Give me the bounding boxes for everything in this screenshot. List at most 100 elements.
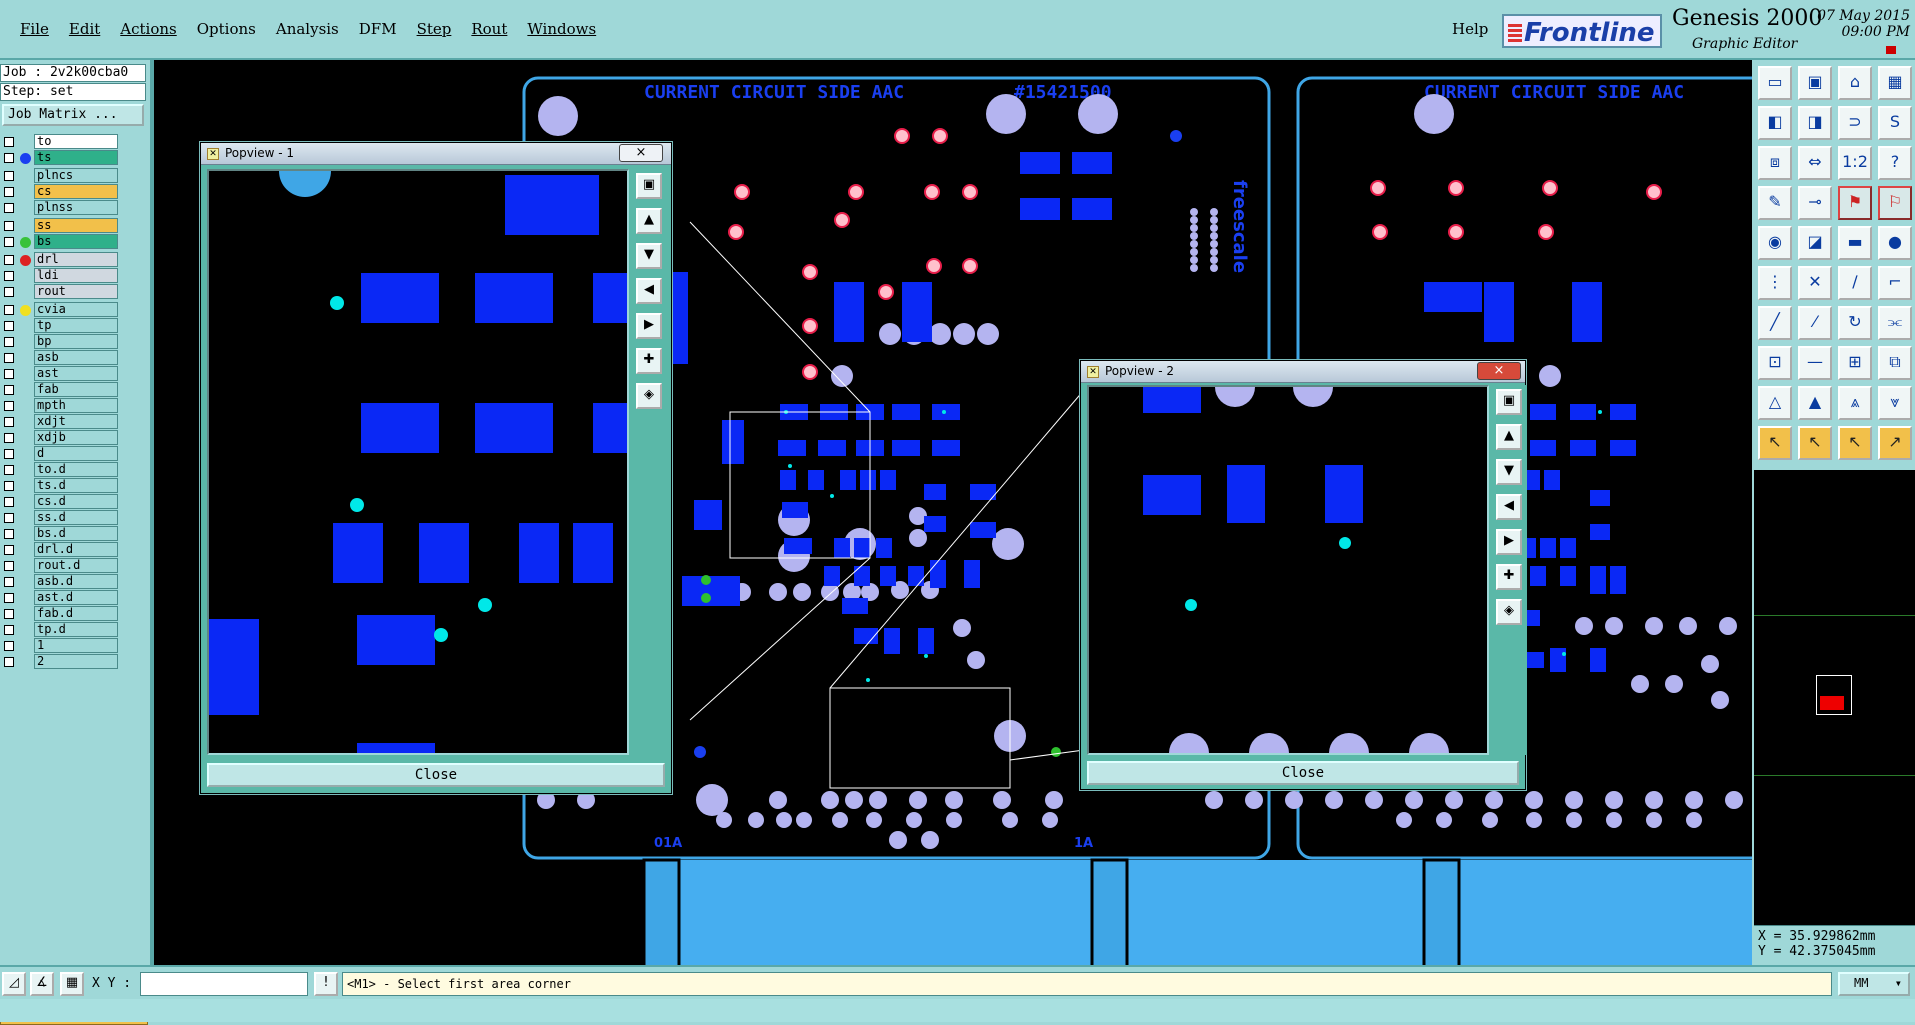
xy-input[interactable] (140, 972, 308, 996)
layer-name[interactable]: ts (34, 150, 118, 165)
layer-row[interactable]: drl (0, 252, 122, 268)
popview-2-close-button[interactable]: Close (1087, 761, 1519, 785)
menu-dfm[interactable]: DFM (349, 18, 407, 40)
layer-checkbox[interactable] (4, 137, 14, 147)
layer-name[interactable]: drl (34, 252, 118, 267)
measure-icon[interactable]: ⊸ (1798, 186, 1832, 220)
snap-icon[interactable]: ◿ (2, 972, 26, 996)
edit-icon[interactable]: ✎ (1758, 186, 1792, 220)
layer-name[interactable]: xdjb (34, 430, 118, 445)
popview-2-close-x-button[interactable]: × (1477, 362, 1521, 380)
layer-name[interactable]: bs (34, 234, 118, 249)
layer-checkbox[interactable] (4, 593, 14, 603)
text-icon[interactable]: ▬ (1838, 226, 1872, 260)
layer-name[interactable]: tp.d (34, 622, 118, 637)
layer-checkbox[interactable] (4, 255, 14, 265)
layer-name[interactable]: mpth (34, 398, 118, 413)
popview-zoom-in-icon[interactable]: ✚ (636, 348, 662, 374)
bus-icon[interactable]: ⫘ (1878, 306, 1912, 340)
layer-row[interactable]: rout (0, 284, 122, 300)
layer-row[interactable]: ss.d (0, 510, 122, 526)
layer-name[interactable]: tp (34, 318, 118, 333)
layer-name[interactable]: plncs (34, 168, 118, 183)
layer-checkbox[interactable] (4, 609, 14, 619)
layer-checkbox[interactable] (4, 385, 14, 395)
layer-name[interactable]: fab (34, 382, 118, 397)
connect-icon[interactable]: ∕ (1838, 266, 1872, 300)
layer-checkbox[interactable] (4, 401, 14, 411)
layer-name[interactable]: to (34, 134, 118, 149)
layer-checkbox[interactable] (4, 287, 14, 297)
layer-row[interactable]: plncs (0, 168, 122, 184)
units-selector[interactable]: MM ▾ (1838, 972, 1910, 996)
layer-row[interactable]: rout.d (0, 558, 122, 574)
layer-checkbox[interactable] (4, 545, 14, 555)
layer-row[interactable]: tp.d (0, 622, 122, 638)
route-icon[interactable]: ⌐ (1878, 266, 1912, 300)
layer-checkbox[interactable] (4, 449, 14, 459)
layer-checkbox[interactable] (4, 529, 14, 539)
layer-checkbox[interactable] (4, 561, 14, 571)
layer-checkbox[interactable] (4, 657, 14, 667)
grid-icon[interactable]: ▦ (60, 972, 84, 996)
popview-pan-left-icon[interactable]: ◀ (1496, 494, 1522, 520)
triangle-icon[interactable]: △ (1758, 386, 1792, 420)
layer-checkbox[interactable] (4, 271, 14, 281)
layer-name[interactable]: ss.d (34, 510, 118, 525)
popview-1-close-x-button[interactable]: × (619, 144, 663, 162)
layer-checkbox[interactable] (4, 353, 14, 363)
popview-2-titlebar[interactable]: ✕ Popview - 2 × (1081, 361, 1525, 383)
layer-checkbox[interactable] (4, 433, 14, 443)
layer-checkbox[interactable] (4, 305, 14, 315)
layer-name[interactable]: d (34, 446, 118, 461)
menu-step[interactable]: Step (407, 18, 462, 40)
diagonal-icon[interactable]: ⁄ (1798, 306, 1832, 340)
menu-rout[interactable]: Rout (461, 18, 517, 40)
popview-pan-up-icon[interactable]: ▲ (1496, 424, 1522, 450)
layer-checkbox[interactable] (4, 187, 14, 197)
popview-1-window[interactable]: ✕ Popview - 1 × ▣ ▲ ▼ ◀ ▶ ✚ ◈ Close (200, 142, 672, 794)
layer-name[interactable]: drl.d (34, 542, 118, 557)
probe-2-icon[interactable]: ⚐ (1878, 186, 1912, 220)
popview-zoom-window-icon[interactable]: ▣ (1496, 389, 1522, 415)
layer-name[interactable]: ts.d (34, 478, 118, 493)
layer-row[interactable]: fab.d (0, 606, 122, 622)
layer-name[interactable]: ast.d (34, 590, 118, 605)
layer-select-icon[interactable]: ▭ (1758, 66, 1792, 100)
hline-icon[interactable]: — (1798, 346, 1832, 380)
line-draw-icon[interactable]: ╱ (1758, 306, 1792, 340)
layer-name[interactable]: cvia (34, 302, 118, 317)
node-icon[interactable]: ⋮ (1758, 266, 1792, 300)
move-icon[interactable]: ⊞ (1838, 346, 1872, 380)
rotate-icon[interactable]: ↻ (1838, 306, 1872, 340)
layer-row[interactable]: 1 (0, 638, 122, 654)
layer-row[interactable]: asb (0, 350, 122, 366)
layer-name[interactable]: xdjt (34, 414, 118, 429)
layer-row[interactable]: bp (0, 334, 122, 350)
stretch-icon[interactable]: ⇔ (1798, 146, 1832, 180)
layer-name[interactable]: ss (34, 218, 118, 233)
layer-checkbox[interactable] (4, 369, 14, 379)
fit-icon[interactable]: ⧈ (1758, 146, 1792, 180)
layer-name[interactable]: cs.d (34, 494, 118, 509)
layer-name[interactable]: bp (34, 334, 118, 349)
help-icon[interactable]: ? (1878, 146, 1912, 180)
layer-name[interactable]: asb.d (34, 574, 118, 589)
layer-row[interactable]: 2 (0, 654, 122, 670)
zoom-icon[interactable]: ⊃ (1838, 106, 1872, 140)
triangle-fill-icon[interactable]: ▲ (1798, 386, 1832, 420)
layer-row[interactable]: cvia (0, 302, 122, 318)
layer-name[interactable]: rout.d (34, 558, 118, 573)
popview-pan-right-icon[interactable]: ▶ (1496, 529, 1522, 555)
pointer-4-icon[interactable]: ↗ (1878, 426, 1912, 460)
layer-name[interactable]: fab.d (34, 606, 118, 621)
info-icon[interactable]: ! (314, 972, 338, 996)
layer-name[interactable]: cs (34, 184, 118, 199)
pointer-2-icon[interactable]: ↖ (1798, 426, 1832, 460)
popview-pan-left-icon[interactable]: ◀ (636, 278, 662, 304)
probe-icon[interactable]: ⚑ (1838, 186, 1872, 220)
popview-pan-up-icon[interactable]: ▲ (636, 208, 662, 234)
menu-analysis[interactable]: Analysis (266, 18, 349, 40)
layer-checkbox[interactable] (4, 497, 14, 507)
layer-row[interactable]: ss (0, 218, 122, 234)
